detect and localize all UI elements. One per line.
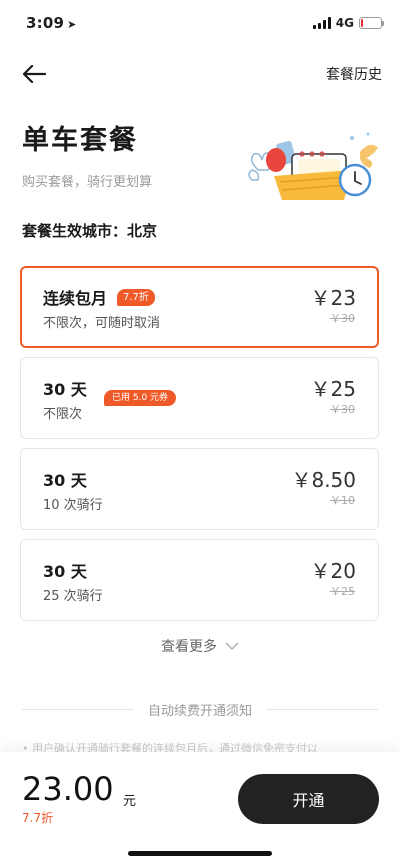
nav-bar: 套餐历史 xyxy=(0,52,400,96)
currency-unit: 元 xyxy=(123,794,137,809)
status-indicators: 4G xyxy=(312,16,384,30)
divider-line xyxy=(266,709,379,710)
plan-card-30day-25rides[interactable]: 30 天 25 次骑行 ￥20 ￥25 xyxy=(20,539,379,621)
plan-name-text: 30 天 xyxy=(43,380,87,399)
plan-name-text: 连续包月 xyxy=(43,289,108,308)
plan-card-monthly[interactable]: 连续包月 7.7折 不限次，可随时取消 ￥23 ￥30 xyxy=(20,266,379,348)
plan-price: ￥25 xyxy=(310,377,356,401)
plan-card-30day-10rides[interactable]: 30 天 10 次骑行 ￥8.50 ￥10 xyxy=(20,448,379,530)
plan-history-link[interactable]: 套餐历史 xyxy=(326,64,382,84)
network-label: 4G xyxy=(335,16,354,30)
checkout-bar: 23.00 元 7.7折 开通 xyxy=(0,752,400,865)
plan-name: 30 天 xyxy=(43,376,87,400)
plan-description: 25 次骑行 xyxy=(43,589,103,604)
discount-badge: 7.7折 xyxy=(117,288,155,306)
chevron-down-icon xyxy=(225,638,239,654)
divider-line xyxy=(22,709,134,710)
plan-name: 30 天 xyxy=(43,558,87,582)
plan-name-text: 30 天 xyxy=(43,471,87,490)
plan-card-30day-unlimited[interactable]: 30 天 已用 5.0 元券 不限次 ￥25 ￥30 xyxy=(20,357,379,439)
location-arrow-icon: ➤ xyxy=(67,18,77,31)
plan-original-price: ￥30 xyxy=(330,403,355,416)
notice-header: 自动续费开通须知 xyxy=(22,700,379,719)
page-title: 单车套餐 xyxy=(22,125,138,156)
subscribe-button[interactable]: 开通 xyxy=(238,774,379,824)
plan-price: ￥8.50 xyxy=(291,468,356,492)
coupon-badge: 已用 5.0 元券 xyxy=(104,390,177,406)
plan-description: 不限次，可随时取消 xyxy=(43,316,161,331)
plan-name-text: 30 天 xyxy=(43,562,87,581)
shopping-basket-illustration xyxy=(240,130,380,205)
plan-original-price: ￥25 xyxy=(330,585,355,598)
plan-name: 连续包月 7.7折 xyxy=(43,285,155,309)
total-amount: 23.00 xyxy=(22,770,114,808)
notice-title: 自动续费开通须知 xyxy=(148,704,253,719)
home-indicator xyxy=(128,851,272,856)
page-subtitle: 购买套餐，骑行更划算 xyxy=(22,175,153,190)
back-arrow-icon[interactable] xyxy=(22,61,48,87)
view-more-link[interactable]: 查看更多 xyxy=(0,636,400,656)
view-more-label: 查看更多 xyxy=(161,639,217,655)
hero-section: 单车套餐 购买套餐，骑行更划算 xyxy=(22,118,152,190)
status-time: 3:09 ➤ xyxy=(26,14,77,32)
plan-list: 连续包月 7.7折 不限次，可随时取消 ￥23 ￥30 30 天 已用 5.0 … xyxy=(20,266,379,630)
discount-label: 7.7折 xyxy=(22,811,54,825)
battery-icon xyxy=(359,17,384,29)
signal-icon xyxy=(312,17,331,29)
status-bar: 3:09 ➤ 4G xyxy=(0,0,400,46)
plan-original-price: ￥30 xyxy=(330,312,355,325)
clock-text: 3:09 xyxy=(26,14,65,32)
plan-name: 30 天 xyxy=(43,467,87,491)
effective-city: 套餐生效城市：北京 xyxy=(22,222,158,240)
plan-price: ￥20 xyxy=(310,559,356,583)
plan-original-price: ￥10 xyxy=(330,494,355,507)
plan-description: 10 次骑行 xyxy=(43,498,103,513)
plan-description: 不限次 xyxy=(43,407,83,422)
plan-price: ￥23 xyxy=(310,286,356,310)
